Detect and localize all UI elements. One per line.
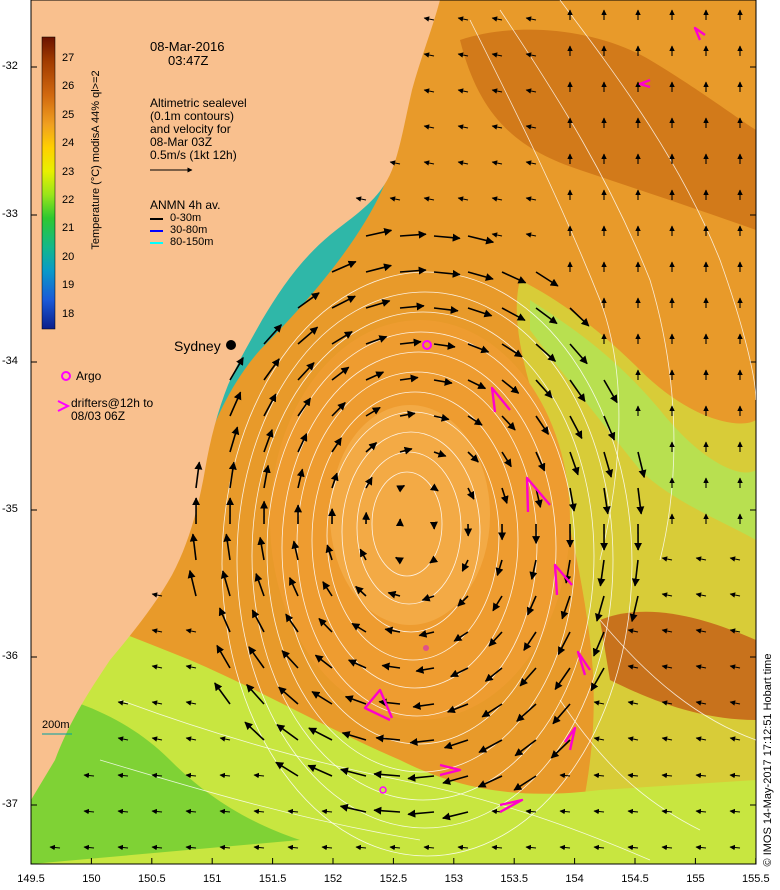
anmn-row-80-150: 80-150m — [170, 236, 214, 248]
y-tick-label: -37 — [2, 798, 18, 810]
credit-text: © IMOS 14-May-2017 17:12:51 Hobart time — [762, 653, 774, 867]
colorbar-tick-label: 18 — [62, 307, 75, 320]
map-time: 03:47Z — [168, 53, 209, 68]
colorbar-tick-label: 26 — [62, 80, 75, 93]
altimetry-line1: Altimetric sealevel — [150, 96, 247, 110]
y-tick-label: -34 — [2, 355, 18, 367]
x-tick-label: 150 — [82, 873, 101, 885]
colorbar-label: Temperature (°C) modisA 44% ql>=2 — [90, 70, 102, 250]
x-tick-label: 154.5 — [621, 873, 649, 885]
x-tick-label: 155 — [686, 873, 705, 885]
anmn-row-0-30: 0-30m — [170, 212, 202, 224]
x-tick-label: 151.5 — [258, 873, 287, 885]
colorbar-tick-label: 21 — [62, 222, 75, 235]
x-tick-label: 152 — [323, 873, 343, 885]
colorbar-tick-label: 22 — [62, 194, 75, 206]
x-tick-label: 153.5 — [500, 873, 528, 885]
colorbar-tick-label: 24 — [62, 137, 75, 150]
x-tick-label: 149.5 — [17, 873, 45, 885]
depth-label: 200m — [42, 719, 70, 731]
colorbar-tick-label: 23 — [62, 165, 75, 178]
sydney-marker — [226, 340, 236, 350]
colorbar-tick-label: 25 — [62, 108, 75, 121]
colorbar-tick-label: 19 — [62, 279, 75, 292]
altimetry-line2: (0.1m contours) — [150, 109, 235, 123]
x-tick-label: 152.5 — [379, 873, 408, 885]
x-tick-label: 155.5 — [742, 873, 770, 885]
argo-marker — [423, 645, 429, 651]
colorbar-tick-label: 20 — [62, 250, 75, 263]
y-tick-label: -35 — [2, 503, 18, 515]
drifters-legend-line1: drifters@12h to — [71, 396, 154, 410]
x-tick-label: 154 — [565, 873, 584, 885]
y-tick-label: -36 — [2, 650, 18, 662]
altimetry-line5: 0.5m/s (1kt 12h) — [150, 148, 237, 162]
drifters-legend-line2: 08/03 06Z — [71, 409, 126, 423]
argo-legend-label: Argo — [76, 369, 102, 383]
y-tick-label: -33 — [2, 208, 18, 220]
sst-map — [30, 0, 757, 865]
y-tick-label: -32 — [2, 60, 18, 72]
colorbar-tick-label: 27 — [62, 52, 75, 64]
colorbar — [41, 36, 56, 330]
x-tick-label: 151 — [203, 873, 222, 885]
anmn-row-30-80: 30-80m — [170, 224, 208, 236]
altimetry-line3: and velocity for — [150, 122, 231, 136]
x-tick-label: 153 — [444, 873, 463, 885]
map-date: 08-Mar-2016 — [150, 39, 225, 54]
altimetry-line4: 08-Mar 03Z — [150, 135, 213, 149]
anmn-title: ANMN 4h av. — [150, 198, 221, 212]
sydney-label: Sydney — [174, 338, 221, 354]
x-tick-label: 150.5 — [138, 873, 166, 885]
